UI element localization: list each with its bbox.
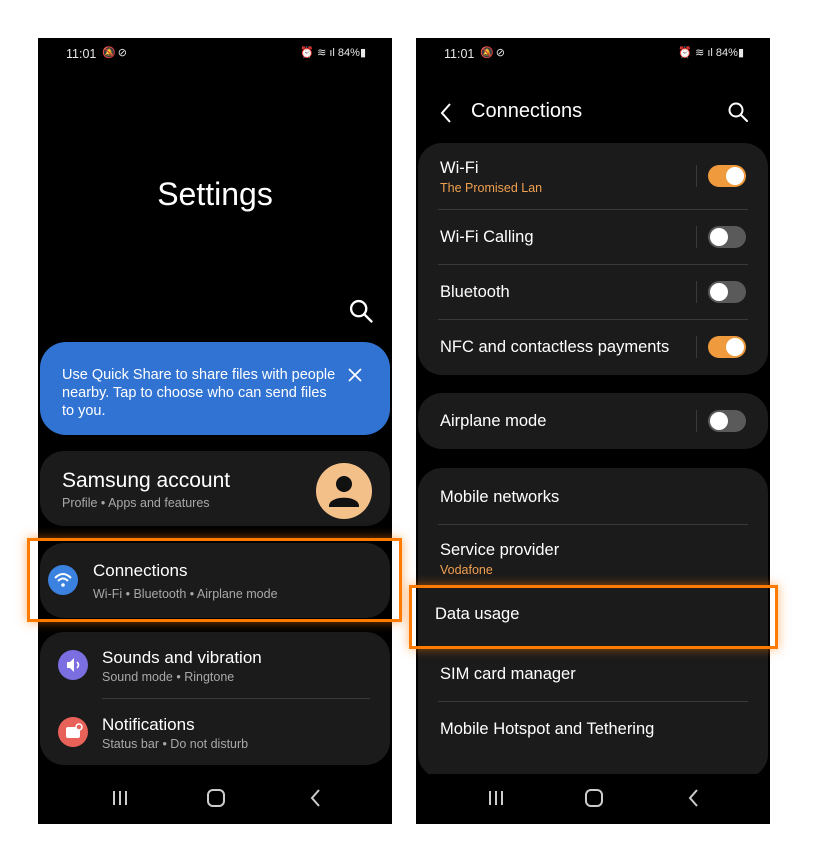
bluetooth-row[interactable]: Bluetooth (418, 265, 768, 319)
close-icon[interactable] (346, 366, 364, 384)
samsung-account-card[interactable]: Samsung account Profile • Apps and featu… (40, 451, 390, 526)
status-bar: 11:01 🔕⊘ ⏰ ≋ ıl 84%▮ (38, 38, 392, 70)
navigation-bar (416, 774, 770, 824)
wifi-row[interactable]: Wi-Fi The Promised Lan (418, 143, 768, 209)
sim-manager-row[interactable]: SIM card manager (418, 646, 768, 700)
nfc-toggle[interactable] (708, 336, 746, 358)
nfc-row[interactable]: NFC and contactless payments (418, 320, 768, 375)
separator (696, 281, 697, 303)
back-icon[interactable] (304, 786, 328, 810)
signal-icons: ⏰ ≋ ıl 84%▮ (678, 47, 744, 59)
header-title: Connections (471, 100, 583, 122)
notification-icon (58, 717, 88, 747)
notifications-title: Notifications (102, 715, 195, 734)
back-icon[interactable] (682, 786, 706, 810)
recents-icon[interactable] (108, 786, 132, 810)
hotspot-title: Mobile Hotspot and Tethering (440, 720, 655, 738)
quick-share-banner[interactable]: Use Quick Share to share files with peop… (40, 342, 390, 435)
wifi-toggle[interactable] (708, 165, 746, 187)
battery-level: 84% (715, 47, 738, 59)
account-subtitle: Profile • Apps and features (62, 496, 210, 510)
connections-screen: 11:01 🔕⊘ ⏰ ≋ ıl 84%▮ Connections Wi-Fi T… (416, 38, 770, 824)
separator (696, 226, 697, 248)
status-time: 11:01 (444, 47, 475, 61)
sounds-title: Sounds and vibration (102, 648, 262, 667)
recents-icon[interactable] (484, 786, 508, 810)
navigation-bar (38, 774, 392, 824)
back-arrow-icon[interactable] (438, 102, 456, 124)
mobile-networks-row[interactable]: Mobile networks (418, 468, 768, 524)
separator (696, 165, 697, 187)
sounds-subtitle: Sound mode • Ringtone (102, 670, 235, 684)
battery-level: 84% (337, 47, 360, 59)
status-time: 11:01 (66, 47, 97, 61)
connections-highlight (27, 538, 402, 622)
sounds-notifications-card: Sounds and vibration Sound mode • Ringto… (40, 632, 390, 765)
sounds-row[interactable]: Sounds and vibration Sound mode • Ringto… (40, 632, 390, 698)
wifi-title: Wi-Fi (440, 159, 479, 177)
volume-icon (58, 650, 88, 680)
page-title: Settings (157, 176, 273, 212)
wifi-network-name: The Promised Lan (440, 181, 543, 195)
status-bar: 11:01 🔕⊘ ⏰ ≋ ıl 84%▮ (416, 38, 770, 70)
notification-status-icons: 🔕⊘ (480, 47, 507, 59)
search-icon[interactable] (726, 100, 750, 124)
separator (696, 336, 697, 358)
wireless-card: Wi-Fi The Promised Lan Wi-Fi Calling Blu… (418, 143, 768, 375)
notification-status-icons: 🔕⊘ (102, 47, 129, 59)
settings-screen: 11:01 🔕⊘ ⏰ ≋ ıl 84%▮ Settings Use Quick … (38, 38, 392, 824)
notifications-row[interactable]: Notifications Status bar • Do not distur… (40, 699, 390, 765)
airplane-mode-toggle[interactable] (708, 410, 746, 432)
home-icon[interactable] (582, 786, 606, 810)
avatar (316, 463, 372, 519)
wifi-calling-toggle[interactable] (708, 226, 746, 248)
wifi-calling-row[interactable]: Wi-Fi Calling (418, 210, 768, 264)
separator (696, 410, 697, 432)
account-title: Samsung account (62, 469, 231, 492)
notifications-subtitle: Status bar • Do not disturb (102, 737, 249, 751)
service-provider-row[interactable]: Service provider Vodafone (418, 525, 768, 583)
airplane-mode-row[interactable]: Airplane mode (418, 393, 768, 449)
hotspot-row[interactable]: Mobile Hotspot and Tethering (418, 702, 768, 756)
nfc-title: NFC and contactless payments (440, 338, 670, 356)
bluetooth-title: Bluetooth (440, 283, 510, 301)
search-icon[interactable] (347, 297, 375, 325)
quick-share-text: Use Quick Share to share files with peop… (62, 367, 336, 419)
bluetooth-toggle[interactable] (708, 281, 746, 303)
mobile-networks-title: Mobile networks (440, 488, 560, 506)
signal-icons: ⏰ ≋ ıl 84%▮ (300, 47, 366, 59)
home-icon[interactable] (204, 786, 228, 810)
data-usage-highlight (409, 585, 778, 649)
service-provider-name: Vodafone (440, 563, 493, 577)
airplane-mode-title: Airplane mode (440, 412, 547, 430)
service-provider-title: Service provider (440, 541, 560, 559)
sim-manager-title: SIM card manager (440, 665, 576, 683)
wifi-calling-title: Wi-Fi Calling (440, 228, 534, 246)
